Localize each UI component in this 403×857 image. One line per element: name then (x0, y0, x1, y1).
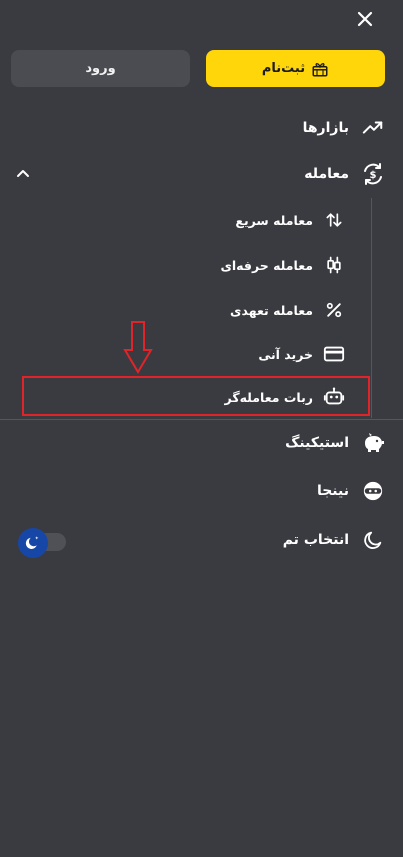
close-icon[interactable] (354, 8, 376, 30)
auth-buttons: ورود ثبت‌نام (11, 50, 385, 87)
ninja-icon (361, 479, 385, 503)
menu-item-theme[interactable]: انتخاب تم (283, 525, 385, 555)
percent-icon (323, 299, 345, 321)
signup-button[interactable]: ثبت‌نام (206, 50, 385, 87)
submenu-item-label: معامله تعهدی (230, 302, 313, 318)
submenu-item-label: معامله سریع (235, 212, 313, 228)
menu-divider (0, 419, 403, 420)
currency-exchange-icon: $ (361, 162, 385, 186)
menu-item-ninja-label: نینجا (316, 483, 349, 499)
trending-up-icon (361, 116, 385, 140)
menu-item-theme-label: انتخاب تم (282, 532, 349, 548)
login-button[interactable]: ورود (11, 50, 190, 87)
moon-stars-icon (25, 536, 39, 549)
gift-icon (312, 62, 328, 76)
menu-item-markets-label: بازارها (302, 120, 349, 136)
login-label: ورود (85, 61, 116, 76)
moon-icon (361, 528, 385, 552)
submenu-item-instant-buy[interactable]: خرید آنی (258, 341, 345, 367)
menu-item-ninja[interactable]: نینجا (317, 476, 385, 506)
submenu-item-margin-trade[interactable]: معامله تعهدی (230, 297, 345, 323)
annotation-arrow-icon (123, 321, 153, 374)
swap-vertical-icon (323, 209, 345, 231)
theme-toggle[interactable] (18, 528, 68, 558)
card-icon (323, 343, 345, 365)
submenu-item-pro-trade[interactable]: معامله حرفه‌ای (220, 252, 345, 278)
submenu-guide-line (371, 198, 372, 418)
submenu-item-quick-trade[interactable]: معامله سریع (235, 207, 345, 233)
signup-label: ثبت‌نام (261, 61, 306, 76)
submenu-item-label: معامله حرفه‌ای (220, 257, 313, 273)
submenu-item-label: خرید آنی (258, 346, 313, 362)
menu-item-trade[interactable]: معامله $ (304, 159, 385, 189)
candlestick-icon (323, 254, 345, 276)
theme-toggle-knob (18, 528, 48, 558)
annotation-highlight-box (22, 376, 370, 416)
chevron-up-icon[interactable] (14, 165, 32, 183)
svg-text:$: $ (370, 170, 377, 181)
menu-item-staking-label: استیکینگ (285, 435, 349, 451)
menu-item-markets[interactable]: بازارها (303, 113, 385, 143)
menu-item-staking[interactable]: استیکینگ (285, 428, 385, 458)
menu-item-trade-label: معامله (304, 166, 349, 182)
piggy-bank-icon (361, 431, 385, 455)
